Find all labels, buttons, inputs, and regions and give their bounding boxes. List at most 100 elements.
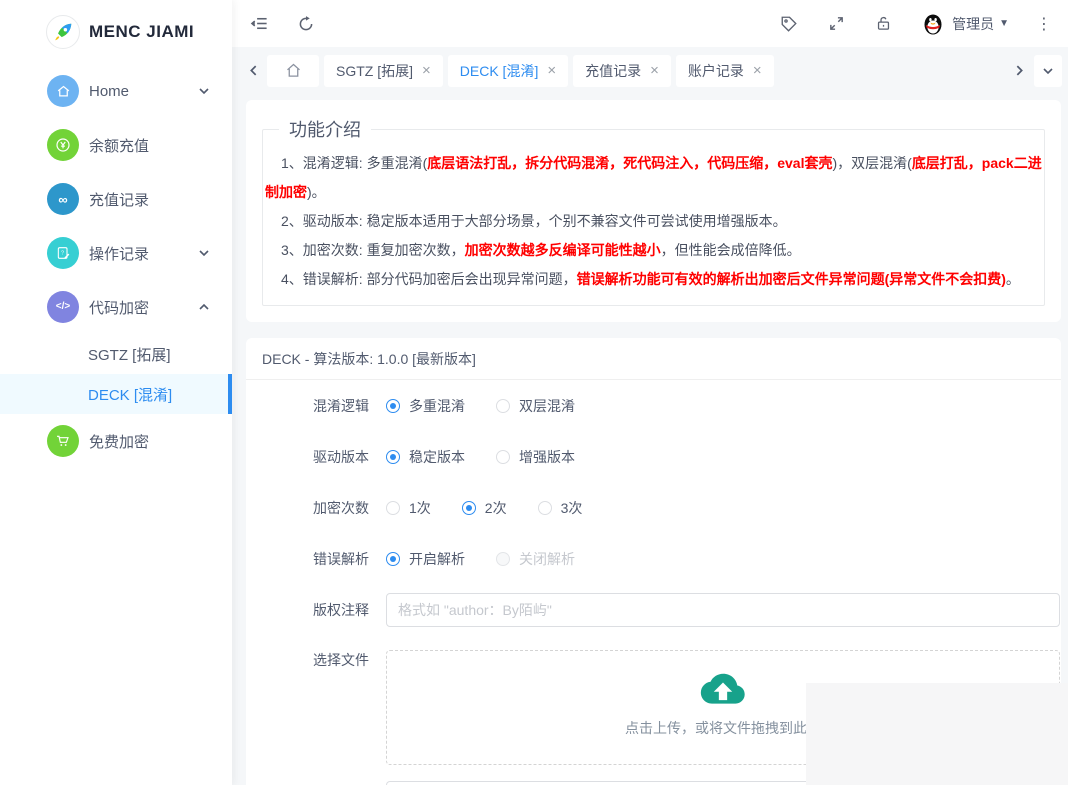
app-logo: MENC JIAMI [0,0,232,64]
radio-option[interactable]: 双层混淆 [496,396,575,416]
form-row-obfuscation-logic: 混淆逻辑 多重混淆 双层混淆 [246,380,1061,431]
radio-option-label: 关闭解析 [519,549,575,569]
radio-option: 关闭解析 [496,549,575,569]
sidebar-item-label: 代码加密 [89,297,149,318]
intro-item: 2、驱动版本: 稳定版本适用于大部分场景，个别不兼容文件可尝试使用增强版本。 [265,207,1042,236]
intro-highlight-text: 底层语法打乱，拆分代码混淆，死代码注入，代码压缩，eval套壳 [427,155,832,171]
intro-text: )，双层混淆( [832,155,911,171]
tab-recharge-records[interactable]: 充值记录 × [573,55,671,87]
tabs-scroll-right-icon[interactable] [1010,64,1028,77]
close-icon[interactable]: × [650,63,659,78]
main-area: 管理员 ▼ ⋮ SGTZ [拓展] × DECK [混淆] × 充值记录 × 账… [232,0,1068,785]
sidebar-item-home[interactable]: Home [0,64,232,118]
radio-option-label: 3次 [561,498,583,518]
tag-icon[interactable] [777,12,801,36]
radio-unchecked-icon[interactable] [496,450,510,464]
username[interactable]: 管理员 [952,14,994,34]
intro-legend: 功能介绍 [279,116,371,142]
close-icon[interactable]: × [753,63,762,78]
tabs-scroll-left-icon[interactable] [244,64,262,77]
radio-unchecked-icon[interactable] [496,399,510,413]
form-row-driver-version: 驱动版本 稳定版本 增强版本 [246,431,1061,482]
chevron-down-icon [198,85,210,97]
radio-checked-icon[interactable] [386,552,400,566]
form-header: DECK - 算法版本: 1.0.0 [最新版本] [246,338,1061,380]
radio-group-error-parse: 开启解析 关闭解析 [386,549,606,569]
radio-checked-icon[interactable] [386,399,400,413]
infinity-glyph: ∞ [58,193,67,206]
radio-option[interactable]: 1次 [386,498,431,518]
sidebar-item-free-encrypt[interactable]: 免费加密 [0,414,232,468]
sidebar-item-label: 免费加密 [89,431,149,452]
tabbar: SGTZ [拓展] × DECK [混淆] × 充值记录 × 账户记录 × [232,47,1068,94]
tab-deck[interactable]: DECK [混淆] × [448,55,568,87]
radio-group-obfuscation-logic: 多重混淆 双层混淆 [386,396,606,416]
sidebar-item-balance-recharge[interactable]: 余额充值 [0,118,232,172]
radio-option-label: 双层混淆 [519,396,575,416]
tabs-dropdown-icon[interactable] [1034,55,1062,87]
radio-unchecked-icon[interactable] [538,501,552,515]
radio-option[interactable]: 2次 [462,498,507,518]
radio-option[interactable]: 增强版本 [496,447,575,467]
tab-account-records[interactable]: 账户记录 × [676,55,774,87]
refresh-icon[interactable] [294,12,318,36]
sidebar-item-recharge-records[interactable]: ∞ 充值记录 [0,172,232,226]
form-label: 驱动版本 [246,447,369,467]
topbar: 管理员 ▼ ⋮ [232,0,1068,47]
rocket-logo-icon [46,15,80,49]
home-icon [47,75,79,107]
copyright-field-wrap [386,593,1060,627]
intro-fieldset: 功能介绍 1、混淆逻辑: 多重混淆(底层语法打乱，拆分代码混淆，死代码注入，代码… [262,116,1045,306]
sidebar-item-code-encrypt[interactable]: </> 代码加密 [0,280,232,334]
form-label: 加密次数 [246,498,369,518]
form-label: 混淆逻辑 [246,396,369,416]
app-title: MENC JIAMI [89,22,194,42]
sidebar-item-label: 充值记录 [89,189,149,210]
radio-checked-icon[interactable] [386,450,400,464]
radio-option[interactable]: 开启解析 [386,549,465,569]
sidebar-item-operation-records[interactable]: ? 操作记录 [0,226,232,280]
radio-unchecked-icon[interactable] [386,501,400,515]
intro-text: ，但性能会成倍降低。 [661,242,801,258]
radio-option[interactable]: 多重混淆 [386,396,465,416]
radio-option[interactable]: 3次 [538,498,583,518]
tab-sgtz[interactable]: SGTZ [拓展] × [324,55,443,87]
sidebar: MENC JIAMI Home 余额充值 ∞ [0,0,232,785]
intro-text: 。 [1006,271,1020,287]
chevron-up-icon [198,301,210,313]
sidebar-item-sgtz[interactable]: SGTZ [拓展] [0,334,232,374]
svg-text:?: ? [61,250,64,256]
more-menu-icon[interactable]: ⋮ [1032,12,1056,36]
form-label: 错误解析 [246,549,369,569]
intro-item: 1、混淆逻辑: 多重混淆(底层语法打乱，拆分代码混淆，死代码注入，代码压缩，ev… [265,149,1042,207]
sidebar-item-deck[interactable]: DECK [混淆] [0,374,232,414]
unlock-icon[interactable] [871,12,895,36]
intro-item: 4、错误解析: 部分代码加密后会出现异常问题，错误解析功能可有效的解析出加密后文… [265,265,1042,294]
radio-option-label: 增强版本 [519,447,575,467]
radio-option[interactable]: 稳定版本 [386,447,465,467]
collapse-sidebar-icon[interactable] [247,12,271,36]
tab-label: 充值记录 [585,61,641,81]
radio-option-label: 多重混淆 [409,396,465,416]
avatar[interactable] [921,12,945,36]
radio-option-label: 2次 [485,498,507,518]
close-icon[interactable]: × [422,63,431,78]
tab-label: SGTZ [拓展] [336,61,413,81]
radio-option-label: 稳定版本 [409,447,465,467]
intro-text: 3、加密次数: 重复加密次数， [281,242,465,258]
intro-text: 1、混淆逻辑: 多重混淆( [281,155,427,171]
copyright-input[interactable] [386,593,1060,627]
intro-item: 3、加密次数: 重复加密次数，加密次数越多反编译可能性越小，但性能会成倍降低。 [265,236,1042,265]
fullscreen-icon[interactable] [824,12,848,36]
radio-checked-icon[interactable] [462,501,476,515]
code-icon: </> [47,291,79,323]
form-row-error-parse: 错误解析 开启解析 关闭解析 [246,533,1061,584]
form-label: 版权注释 [246,600,369,620]
intro-text: 4、错误解析: 部分代码加密后会出现异常问题， [281,271,577,287]
tab-home[interactable] [267,55,319,87]
radio-option-label: 开启解析 [409,549,465,569]
user-caret-icon[interactable]: ▼ [999,18,1009,29]
close-icon[interactable]: × [547,63,556,78]
form-label: 选择文件 [246,650,369,670]
radio-option-label: 1次 [409,498,431,518]
